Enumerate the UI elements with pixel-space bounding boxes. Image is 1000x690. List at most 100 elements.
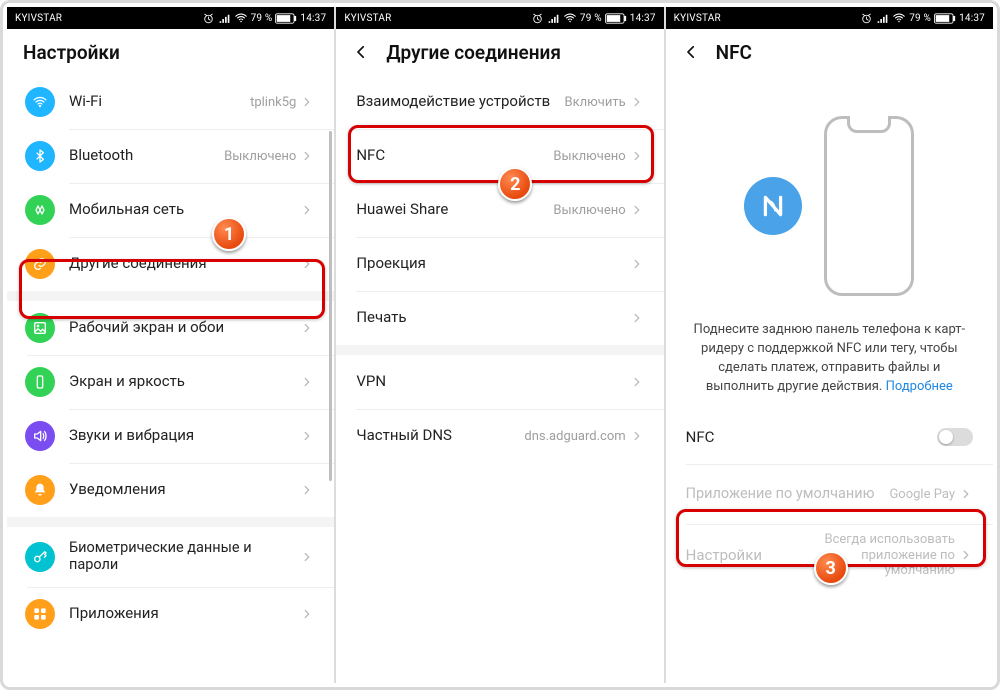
back-button[interactable] — [682, 43, 700, 61]
nfc-description: Поднесите заднюю панель телефона к карт-… — [666, 311, 993, 410]
phone-outline-icon — [824, 116, 914, 296]
row-label: NFC — [356, 147, 553, 164]
scrollbar[interactable] — [329, 131, 332, 481]
row-projection[interactable]: Проекция — [336, 237, 663, 291]
wallpaper-icon — [25, 313, 55, 343]
row-vpn[interactable]: VPN — [336, 355, 663, 409]
page-title: Другие соединения — [386, 41, 561, 64]
row-value: dns.adguard.com — [524, 429, 625, 444]
signal-icon — [876, 12, 889, 25]
sound-icon — [25, 421, 55, 451]
status-carrier: KYIVSTAR — [15, 13, 202, 24]
screen-other-connections: KYIVSTAR 79 % 14:37 Другие соединения Вз… — [336, 7, 665, 683]
chevron-right-icon — [959, 548, 973, 562]
row-label: Приложения — [69, 605, 300, 622]
battery-icon — [934, 13, 956, 24]
status-bar: KYIVSTAR 79 % 14:37 — [666, 7, 993, 29]
nfc-badge-icon — [744, 177, 802, 235]
chevron-right-icon — [300, 149, 314, 163]
header-other-connections: Другие соединения — [336, 29, 663, 75]
row-mobile-network[interactable]: Мобильная сеть — [7, 183, 334, 237]
chevron-right-icon — [630, 95, 644, 109]
row-wifi[interactable]: Wi-Fi tplink5g — [7, 75, 334, 129]
page-title: Настройки — [23, 41, 120, 64]
wifi-status-icon — [563, 11, 577, 25]
row-label: Приложение по умолчанию — [686, 486, 890, 503]
row-label: Взаимодействие устройств — [356, 93, 564, 110]
status-battery-pct: 79 % — [251, 13, 273, 24]
status-battery-pct: 79 % — [580, 13, 602, 24]
alarm-icon — [860, 12, 873, 25]
signal-icon — [547, 12, 560, 25]
header-nfc: NFC — [666, 29, 993, 75]
row-nfc-settings: Настройки Всегда использовать приложение… — [666, 524, 993, 586]
row-other-connections[interactable]: Другие соединения — [7, 237, 334, 291]
row-label: Настройки — [686, 547, 795, 564]
row-biometrics[interactable]: Биометрические данные и пароли — [7, 527, 334, 587]
learn-more-link[interactable]: Подробнее — [886, 379, 953, 394]
row-label: Звуки и вибрация — [69, 427, 300, 444]
bell-icon — [25, 475, 55, 505]
chevron-right-icon — [959, 487, 973, 501]
row-label: Проекция — [356, 255, 629, 272]
key-icon — [25, 542, 55, 572]
status-time: 14:37 — [630, 13, 656, 24]
link-icon — [25, 249, 55, 279]
wifi-icon — [25, 87, 55, 117]
screen-nfc: KYIVSTAR 79 % 14:37 NFC Поднесите заднюю… — [666, 7, 993, 683]
chevron-right-icon — [630, 311, 644, 325]
row-value: Выключено — [224, 149, 296, 164]
row-print[interactable]: Печать — [336, 291, 663, 345]
row-home-wallpaper[interactable]: Рабочий экран и обои — [7, 301, 334, 355]
chevron-right-icon — [300, 257, 314, 271]
row-sounds[interactable]: Звуки и вибрация — [7, 409, 334, 463]
section-separator — [336, 345, 663, 355]
row-bluetooth[interactable]: Bluetooth Выключено — [7, 129, 334, 183]
nfc-toggle-switch[interactable] — [937, 428, 973, 446]
row-notifications[interactable]: Уведомления — [7, 463, 334, 517]
chevron-right-icon — [300, 203, 314, 217]
header-settings: Настройки — [7, 29, 334, 75]
row-label: Wi-Fi — [69, 93, 250, 110]
row-huawei-share[interactable]: Huawei Share Выключено — [336, 183, 663, 237]
status-carrier: KYIVSTAR — [674, 13, 861, 24]
mobile-icon — [25, 195, 55, 225]
chevron-right-icon — [300, 607, 314, 621]
row-value: Google Pay — [889, 487, 955, 502]
row-label: Huawei Share — [356, 201, 553, 218]
row-device-interaction[interactable]: Взаимодействие устройств Включить — [336, 75, 663, 129]
display-icon — [25, 367, 55, 397]
chevron-right-icon — [630, 429, 644, 443]
page-title: NFC — [716, 41, 752, 64]
chevron-right-icon — [630, 257, 644, 271]
chevron-right-icon — [300, 429, 314, 443]
row-display[interactable]: Экран и яркость — [7, 355, 334, 409]
row-value: Включить — [565, 95, 626, 110]
status-bar: KYIVSTAR 79 % 14:37 — [7, 7, 334, 29]
status-time: 14:37 — [300, 13, 326, 24]
chevron-right-icon — [300, 375, 314, 389]
status-time: 14:37 — [959, 13, 985, 24]
row-private-dns[interactable]: Частный DNS dns.adguard.com — [336, 409, 663, 463]
row-label: Уведомления — [69, 481, 300, 498]
section-separator — [7, 291, 334, 301]
screen-settings: KYIVSTAR 79 % 14:37 Настройки Wi-Fi tpli… — [7, 7, 336, 683]
row-apps[interactable]: Приложения — [7, 587, 334, 641]
back-button[interactable] — [352, 43, 370, 61]
row-label: Экран и яркость — [69, 373, 300, 390]
section-separator — [7, 517, 334, 527]
row-label: Частный DNS — [356, 427, 524, 444]
row-nfc[interactable]: NFC Выключено — [336, 129, 663, 183]
chevron-right-icon — [300, 95, 314, 109]
row-nfc-toggle[interactable]: NFC — [666, 410, 993, 464]
row-value: Выключено — [553, 149, 625, 164]
status-carrier: KYIVSTAR — [344, 13, 531, 24]
row-label: Биометрические данные и пароли — [69, 540, 300, 573]
row-label: Bluetooth — [69, 147, 224, 164]
chevron-right-icon — [630, 149, 644, 163]
wifi-status-icon — [234, 11, 248, 25]
chevron-right-icon — [300, 321, 314, 335]
alarm-icon — [531, 12, 544, 25]
wifi-status-icon — [892, 11, 906, 25]
row-default-app: Приложение по умолчанию Google Pay — [666, 464, 993, 524]
